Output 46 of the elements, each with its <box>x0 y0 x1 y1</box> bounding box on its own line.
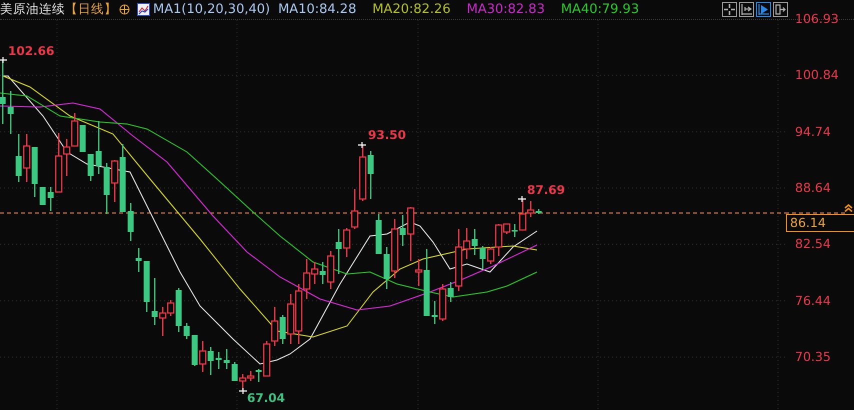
period-label[interactable]: 【日线】 <box>65 1 117 18</box>
toolbar-button[interactable] <box>756 2 771 17</box>
price-tick-label: 88.64 <box>795 180 831 196</box>
candlestick <box>136 248 142 272</box>
price-tick-label: 106.93 <box>795 11 839 26</box>
moving-average-value: MA10:84.28 <box>278 2 356 17</box>
price-tick-label: 70.35 <box>795 349 831 364</box>
candlestick <box>376 214 382 254</box>
price-tick-label: 76.44 <box>795 292 831 308</box>
double-caret-icon <box>844 204 853 212</box>
extreme-marker-icon <box>0 56 8 64</box>
candlestick <box>128 203 134 241</box>
current-price-label: 86.14 <box>786 214 854 232</box>
candlestick <box>96 121 102 174</box>
extreme-marker-icon <box>517 195 527 203</box>
candlestick <box>40 187 46 205</box>
moving-average-value: MA20:82.26 <box>372 2 451 17</box>
extreme-marker-icon <box>357 141 367 149</box>
candlestick <box>216 352 222 369</box>
candlestick <box>8 91 14 134</box>
price-annotation: 87.69 <box>527 183 565 197</box>
candlestick <box>184 323 190 339</box>
add-circle-icon[interactable] <box>119 4 130 15</box>
play-icon <box>758 4 769 15</box>
candlestick <box>224 349 230 369</box>
price-tick-label: 82.54 <box>795 236 831 252</box>
chart-icon[interactable] <box>137 3 150 16</box>
price-annotation: 102.66 <box>8 44 54 58</box>
candlestick <box>0 60 6 124</box>
toolbar-button[interactable] <box>722 2 737 17</box>
price-annotation: 67.04 <box>247 391 285 405</box>
extreme-marker-icon <box>238 387 248 395</box>
range-icon <box>741 4 752 15</box>
instrument-title: 美原油连续 <box>0 1 65 18</box>
indicator-name: MA1(10,20,30,40) <box>153 2 270 17</box>
toolbar-button[interactable] <box>773 2 788 17</box>
price-annotation: 93.50 <box>368 128 406 142</box>
candlestick <box>144 261 150 312</box>
toolbar-button[interactable] <box>739 2 754 17</box>
price-tick-label: 94.74 <box>795 124 831 139</box>
candlestick <box>88 154 94 181</box>
crosshair-icon <box>724 4 735 15</box>
moving-average-value: MA40:79.93 <box>560 2 640 17</box>
exit-icon <box>775 4 786 15</box>
moving-average-value: MA30:82.83 <box>466 2 545 17</box>
price-tick-label: 100.84 <box>795 67 839 82</box>
